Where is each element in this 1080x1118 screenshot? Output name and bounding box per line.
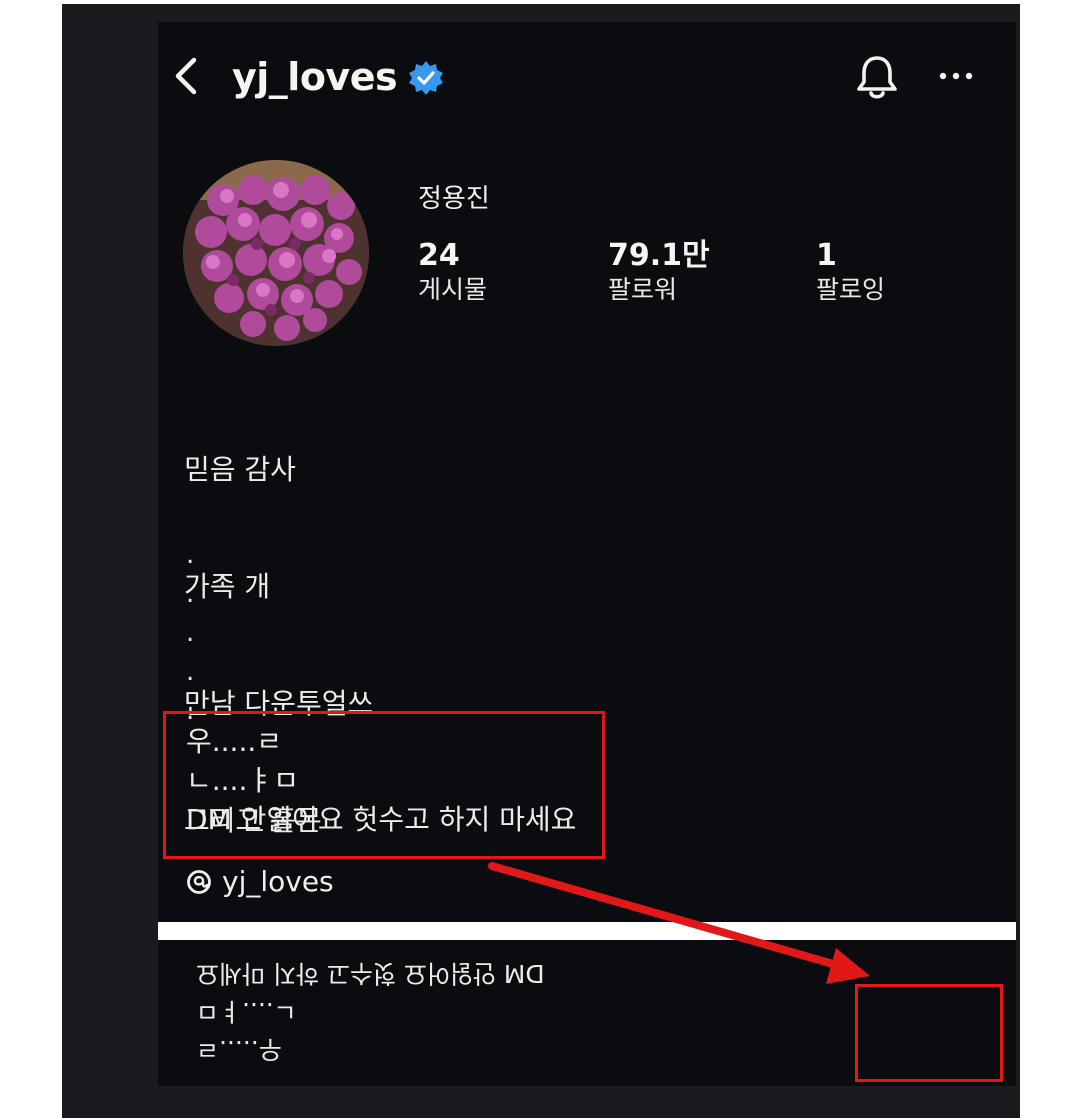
annotation-arrow	[488, 862, 870, 984]
